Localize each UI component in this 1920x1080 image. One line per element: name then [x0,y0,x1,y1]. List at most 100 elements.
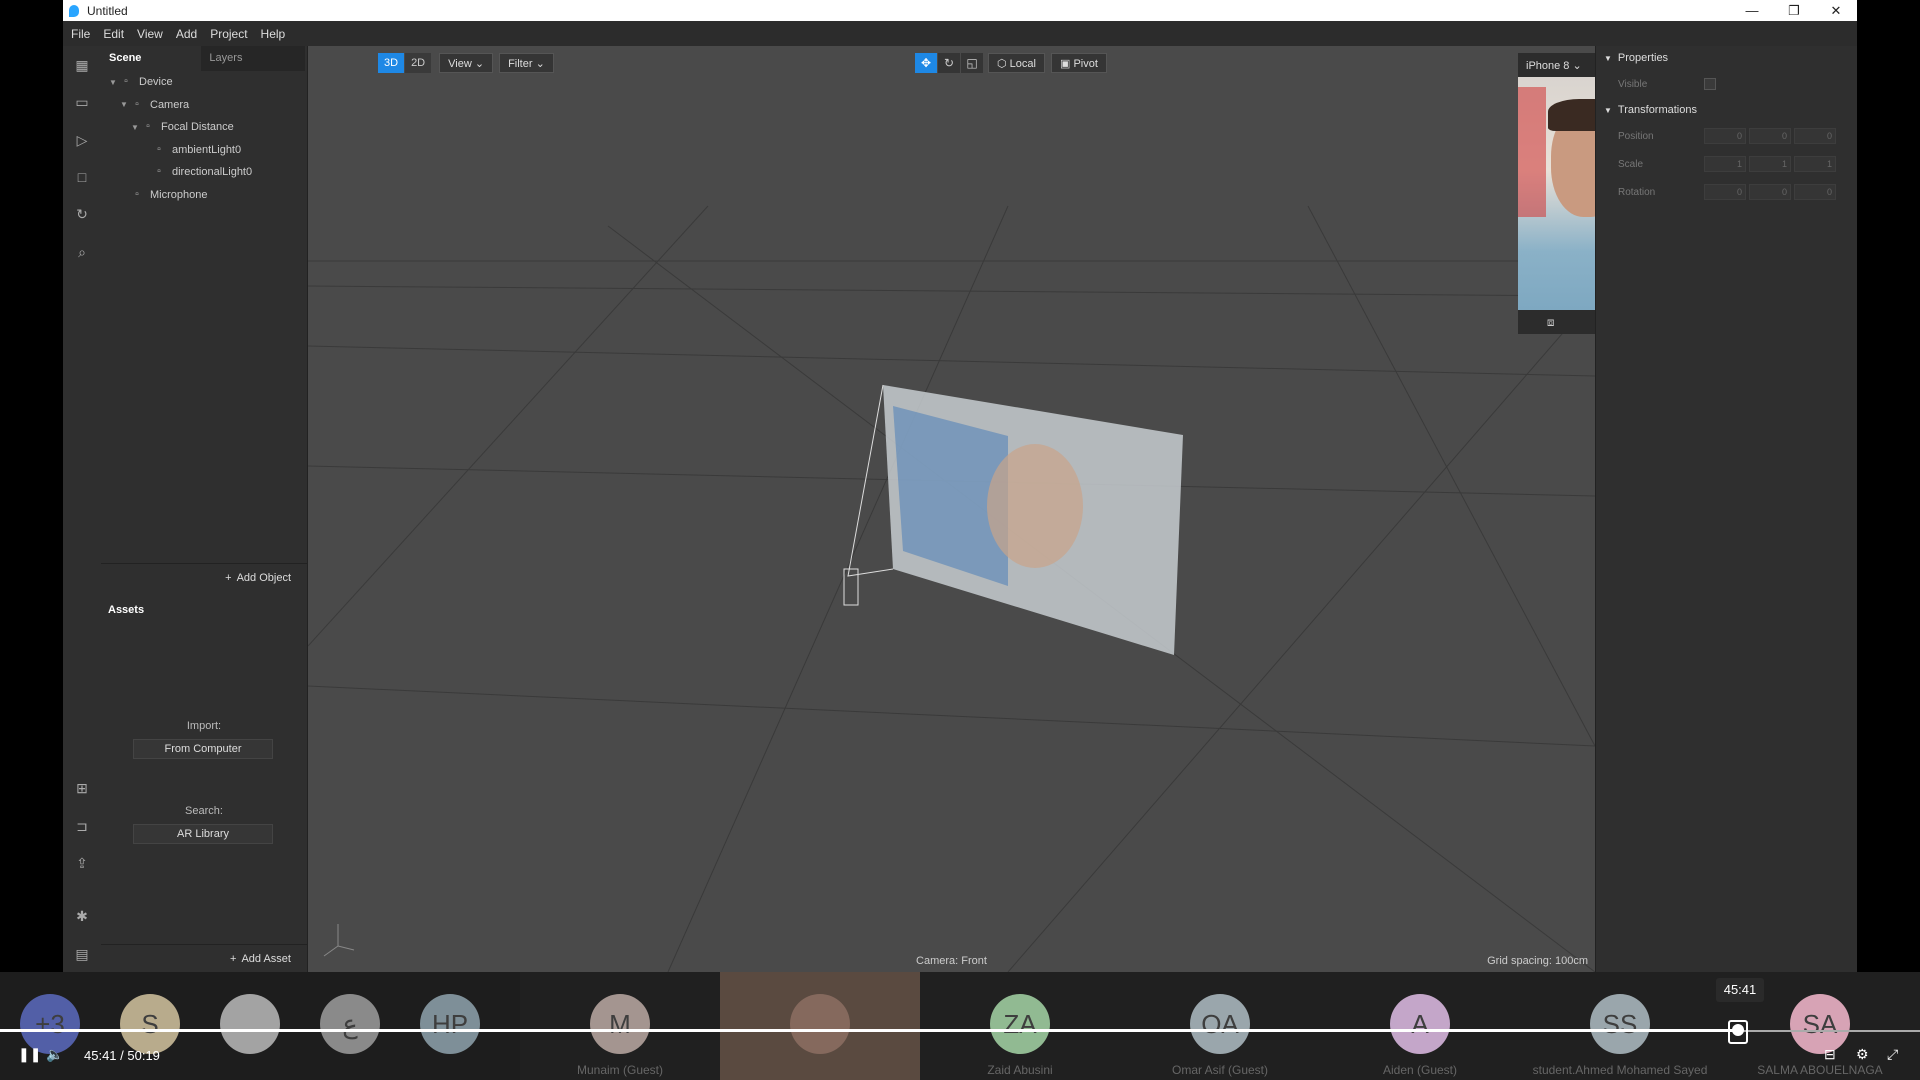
participant-name: student.Ahmed Mohamed Sayed [1532,1063,1708,1077]
transform-value-field[interactable]: 1 [1749,156,1791,172]
transform-value-field[interactable]: 1 [1794,156,1836,172]
participant-tile[interactable]: ع [300,972,400,1080]
participant-name: Omar Asif (Guest) [1171,1063,1269,1077]
tab-layers[interactable]: Layers [201,46,306,71]
transform-toolbar: ✥ ↻ ◱ ⬡ Local ▣ Pivot [915,53,1113,73]
title-bar: Untitled — ❐ ✕ [63,0,1857,21]
collapse-triangle-icon[interactable]: ▼ [1604,54,1612,63]
stop-icon[interactable]: □ [72,167,92,187]
mode-2d-button[interactable]: 2D [405,53,432,73]
tree-item-label: Microphone [150,188,208,201]
participant-tile[interactable]: A Aiden (Guest) [1320,972,1520,1080]
restore-button[interactable]: ❐ [1773,3,1815,19]
transformations-title: Transformations [1617,104,1697,116]
view-dropdown[interactable]: View ⌄ [439,53,494,73]
transform-value-field[interactable]: 0 [1794,184,1836,200]
mode-3d-button[interactable]: 3D [378,53,405,73]
properties-panel: ▼ Properties Visible ▼ Transformations Pos… [1595,46,1857,972]
settings-icon[interactable]: ⚙ [1856,1046,1869,1063]
avatar: A [1390,994,1450,1054]
microphone-icon: ▫ [135,188,139,200]
search-label: Search: [185,805,223,817]
menu-help[interactable]: Help [261,27,286,41]
participant-tile[interactable]: S [100,972,200,1080]
scale-tool-icon[interactable]: ◱ [961,53,983,73]
rotate-tool-icon[interactable]: ↻ [938,53,960,73]
avatar: +3 [20,994,80,1054]
minimize-button[interactable]: — [1731,3,1773,18]
transform-value-field[interactable]: 0 [1704,128,1746,144]
chevron-down-icon: ⌄ [474,58,485,70]
add-asset-button[interactable]: + Add Asset [101,944,307,972]
tree-item[interactable]: ▫ directionalLight0 [101,161,307,184]
device-select[interactable]: iPhone 8 ⌄ [1526,59,1582,72]
pivot-toggle[interactable]: ▣ Pivot [1050,53,1107,73]
add-object-button[interactable]: + Add Object [101,563,307,591]
time-display: 45:41 / 50:19 [84,1048,160,1063]
from-computer-button[interactable]: From Computer [133,739,273,759]
cube-icon: ⬡ [997,58,1007,70]
transform-value-field[interactable]: 0 [1749,184,1791,200]
layout-icon[interactable]: ▦ [72,55,92,75]
refresh-icon[interactable]: ↻ [72,204,92,224]
local-toggle[interactable]: ⬡ Local [988,53,1045,73]
tab-scene[interactable]: Scene [101,46,149,71]
device-mirror-icon[interactable]: ⊐ [72,816,92,836]
fullscreen-icon[interactable]: ⤢ [1887,1046,1898,1063]
search-icon[interactable]: ⌕ [72,242,92,262]
tree-item[interactable]: ▼ ▫ Camera [101,94,307,117]
console-icon[interactable]: ▤ [72,944,92,964]
scene-tree: ▼ ▫ Device ▼ ▫ Camera ▼ ▫ Focal Distance ▫ ambient… [101,71,307,206]
visible-checkbox[interactable] [1704,78,1716,90]
menu-edit[interactable]: Edit [103,27,124,41]
tree-item[interactable]: ▫ ambientLight0 [101,139,307,162]
play-icon[interactable]: ▷ [72,130,92,150]
collapse-triangle-icon[interactable]: ▼ [1604,106,1612,115]
participant-tile[interactable]: HP [400,972,500,1080]
tree-item[interactable]: ▼ ▫ Device [101,71,307,94]
participant-tile[interactable] [200,972,300,1080]
filter-dropdown[interactable]: Filter ⌄ [499,53,554,73]
filter-dropdown-label: Filter [508,58,533,70]
participant-tile[interactable]: +3 [0,972,100,1080]
participant-tile[interactable]: ZA Zaid Abusini [920,972,1120,1080]
tree-item[interactable]: ▫ Microphone [101,184,307,207]
captions-icon[interactable]: ⊟ [1824,1046,1836,1063]
volume-icon[interactable]: 🔈 [46,1046,63,1063]
bug-icon[interactable]: ✱ [72,906,92,926]
expand-triangle-icon[interactable]: ▼ [131,123,141,132]
seek-knob[interactable] [1732,1024,1744,1036]
move-tool-icon[interactable]: ✥ [915,53,937,73]
video-icon[interactable]: ▭ [72,92,92,112]
screenshot-icon[interactable]: ⧈ [1547,315,1555,330]
add-object-label: Add Object [236,571,291,584]
menu-bar: File Edit View Add Project Help [63,21,1857,46]
view-dropdown-label: View [448,58,472,70]
transform-value-field[interactable]: 0 [1794,128,1836,144]
pause-icon[interactable]: ❚❚ [18,1046,41,1063]
menu-view[interactable]: View [137,27,163,41]
menu-file[interactable]: File [71,27,90,41]
transform-value-field[interactable]: 0 [1704,184,1746,200]
upload-icon[interactable]: ⇪ [72,853,92,873]
ar-library-button[interactable]: AR Library [133,824,273,844]
close-button[interactable]: ✕ [1815,3,1857,19]
avatar: S [120,994,180,1054]
participant-tile[interactable]: SS student.Ahmed Mohamed Sayed [1520,972,1720,1080]
expand-triangle-icon[interactable]: ▼ [120,100,130,109]
transform-value-field[interactable]: 0 [1749,128,1791,144]
camera-icon: ▫ [135,98,139,110]
participant-tile[interactable]: M Munaim (Guest) [520,972,720,1080]
pivot-label: Pivot [1073,58,1098,70]
export-icon[interactable]: ⊞ [72,778,92,798]
participant-name: SALMA ABOUELNAGA [1757,1063,1883,1077]
menu-add[interactable]: Add [176,27,197,41]
menu-project[interactable]: Project [210,27,247,41]
assets-title: Assets [108,604,145,616]
transform-value-field[interactable]: 1 [1704,156,1746,172]
participant-tile[interactable]: OA Omar Asif (Guest) [1120,972,1320,1080]
tree-item[interactable]: ▼ ▫ Focal Distance [101,116,307,139]
expand-triangle-icon[interactable]: ▼ [109,78,119,87]
participant-tile[interactable] [720,972,920,1080]
scene-viewport[interactable]: 3D 2D View ⌄ Filter ⌄ ✥ ↻ ◱ ⬡ Local ▣ Pi… [308,46,1595,972]
